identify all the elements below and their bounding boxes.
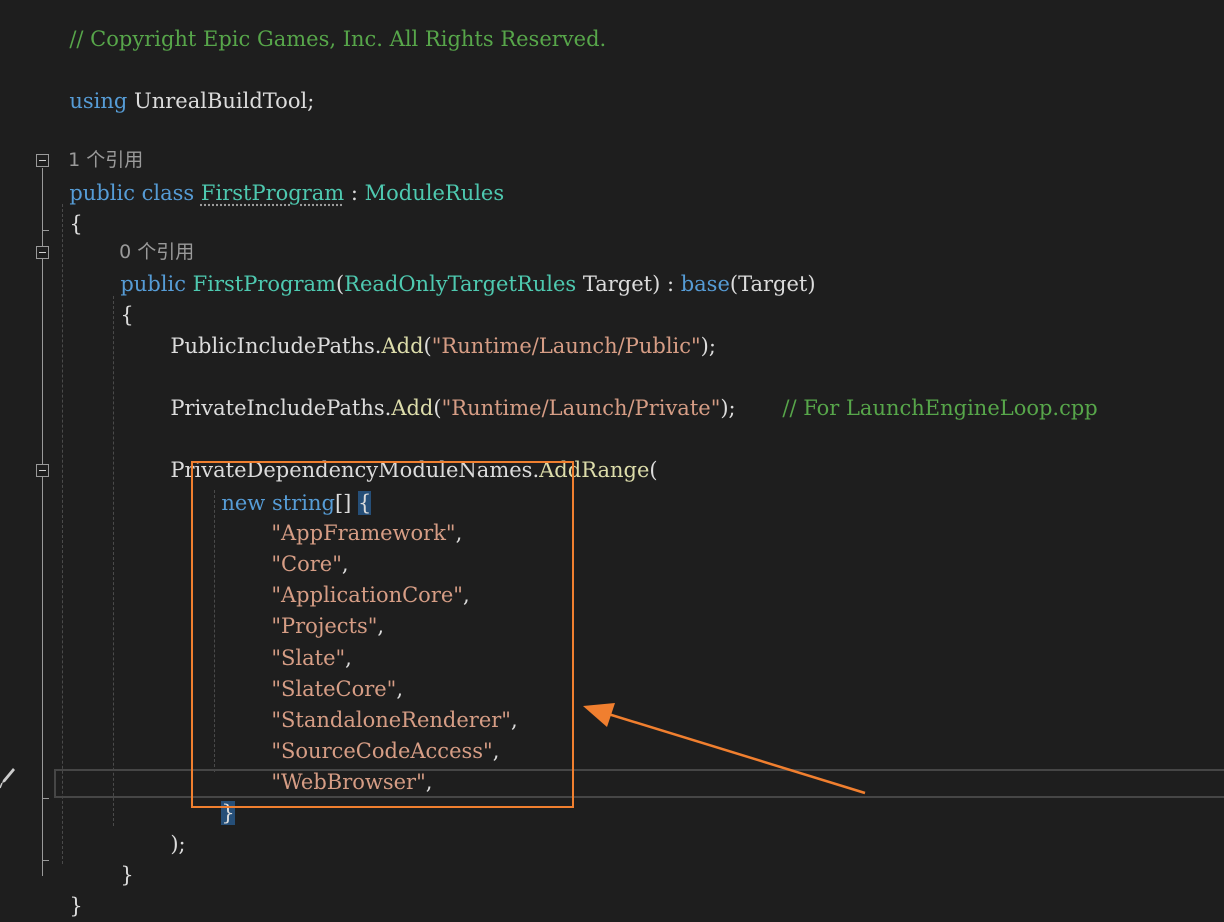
add-method[interactable]: Add xyxy=(381,334,423,358)
codelens-class-references[interactable]: 1 个引用 xyxy=(56,114,1224,171)
code-line-add-range: PrivateDependencyModuleNames.AddRange( xyxy=(170,458,658,482)
using-namespace: UnrealBuildTool xyxy=(134,89,308,113)
outline-tick-class-end xyxy=(42,860,49,861)
code-line-ctor-close: } xyxy=(120,863,134,887)
code-line-class-close: } xyxy=(69,894,83,918)
codelens-ctor-references[interactable]: 0 个引用 xyxy=(107,206,1224,263)
outline-guide-class xyxy=(42,168,43,876)
annotation-highlight-box xyxy=(191,461,574,808)
outline-tick-ctor-end xyxy=(42,798,49,799)
add-method[interactable]: Add xyxy=(391,396,433,420)
code-line-public-include: PublicIncludePaths.Add("Runtime/Launch/P… xyxy=(170,334,716,358)
code-line-class-open: { xyxy=(69,212,83,236)
code-line-using: using UnrealBuildTool; xyxy=(69,89,315,113)
using-keyword: using xyxy=(69,89,128,113)
indent-guide-ctor xyxy=(113,296,114,826)
code-line-private-include: PrivateIncludePaths.Add("Runtime/Launch/… xyxy=(170,396,1098,420)
private-include-paths: PrivateIncludePaths xyxy=(170,396,385,420)
collapse-array-icon[interactable] xyxy=(36,464,49,477)
outline-tick-class xyxy=(42,230,49,231)
code-line-copyright: // Copyright Epic Games, Inc. All Rights… xyxy=(56,0,1224,51)
public-include-paths: PublicIncludePaths xyxy=(170,334,375,358)
private-path-string: "Runtime/Launch/Private" xyxy=(441,396,721,420)
annotation-arrow-icon xyxy=(583,703,866,795)
public-path-string: "Runtime/Launch/Public" xyxy=(431,334,701,358)
code-line-constructor: public FirstProgram(ReadOnlyTargetRules … xyxy=(120,272,816,296)
collapse-class-icon[interactable] xyxy=(36,154,49,167)
code-line-class-declaration: public class FirstProgram : ModuleRules xyxy=(69,181,505,205)
collapse-constructor-icon[interactable] xyxy=(36,246,49,259)
code-line-ctor-open: { xyxy=(120,303,134,327)
pen-icon xyxy=(0,768,15,789)
indent-guide-class xyxy=(62,204,63,864)
private-path-comment: // For LaunchEngineLoop.cpp xyxy=(782,396,1098,420)
copyright-comment: // Copyright Epic Games, Inc. All Rights… xyxy=(69,27,607,51)
